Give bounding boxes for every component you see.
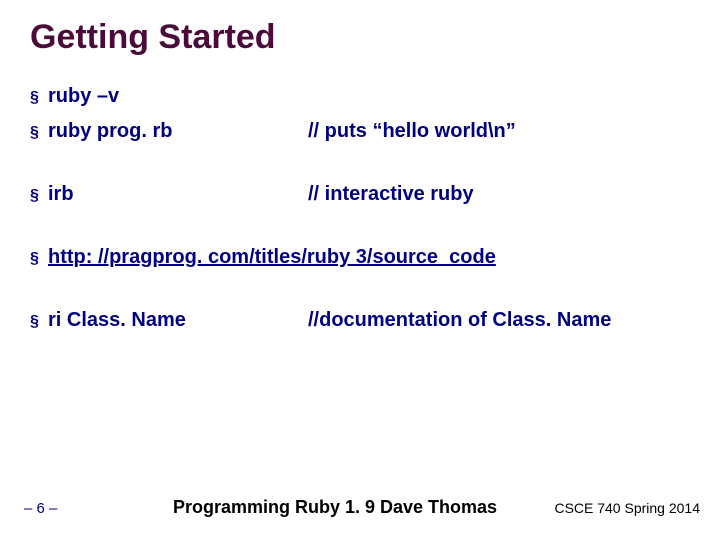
slide-title: Getting Started (30, 18, 690, 57)
bullet-text: ri Class. Name (48, 309, 308, 332)
bullet-item: § ruby –v (30, 85, 690, 108)
bullet-comment: // interactive ruby (308, 183, 690, 206)
source-code-link[interactable]: http: //pragprog. com/titles/ruby 3/sour… (48, 246, 496, 269)
bullet-mark-icon: § (30, 88, 48, 108)
bullet-text: ruby prog. rb (48, 120, 308, 143)
bullet-mark-icon: § (30, 123, 48, 143)
bullet-text: irb (48, 183, 308, 206)
bullet-comment: // puts “hello world\n” (308, 120, 690, 143)
page-number: – 6 – (0, 500, 120, 517)
bullet-item: § irb // interactive ruby (30, 183, 690, 206)
bullet-text: ruby –v (48, 85, 308, 108)
bullet-comment: //documentation of Class. Name (308, 309, 690, 332)
bullet-mark-icon: § (30, 312, 48, 332)
bullet-mark-icon: § (30, 249, 48, 269)
slide: Getting Started § ruby –v § ruby prog. r… (0, 0, 720, 540)
footer-course: CSCE 740 Spring 2014 (550, 500, 720, 516)
bullet-item: § ruby prog. rb // puts “hello world\n” (30, 120, 690, 143)
bullet-item: § ri Class. Name //documentation of Clas… (30, 309, 690, 332)
bullet-mark-icon: § (30, 186, 48, 206)
footer: – 6 – Programming Ruby 1. 9 Dave Thomas … (0, 497, 720, 518)
bullet-item: § http: //pragprog. com/titles/ruby 3/so… (30, 246, 690, 269)
footer-reference: Programming Ruby 1. 9 Dave Thomas (120, 497, 550, 518)
bullet-list: § ruby –v § ruby prog. rb // puts “hello… (30, 85, 690, 332)
